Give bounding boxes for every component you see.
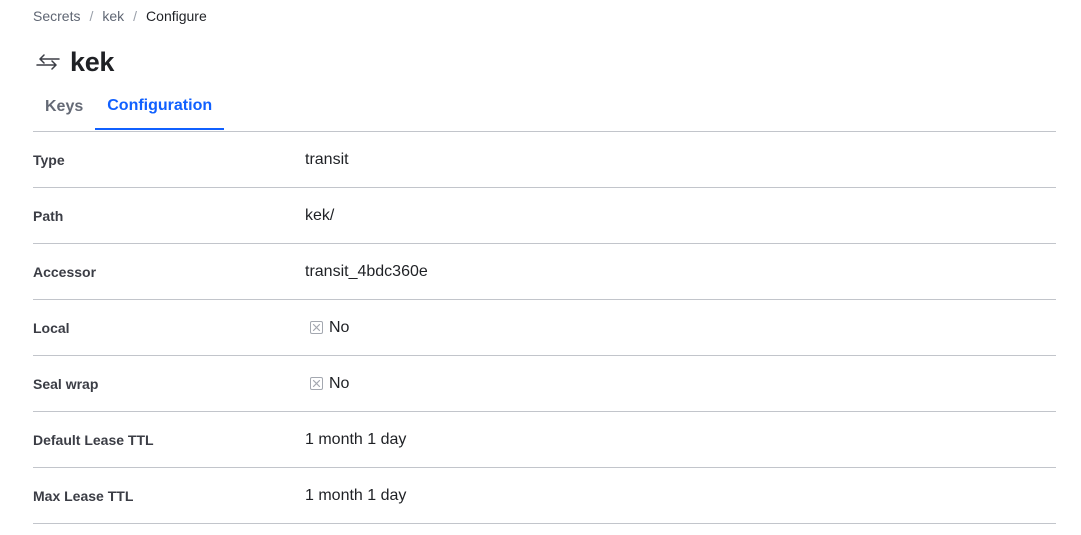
row-value: transit_4bdc360e	[305, 262, 428, 280]
arrows-left-right-icon	[35, 54, 61, 70]
page-header: kek	[35, 44, 114, 80]
tab-bar: Keys Configuration	[33, 84, 1056, 132]
page-title: kek	[70, 46, 115, 77]
config-row-default-lease-ttl: Default Lease TTL 1 month 1 day	[33, 412, 1056, 468]
config-row-type: Type transit	[33, 132, 1056, 188]
tab-configuration[interactable]: Configuration	[95, 84, 225, 130]
config-table: Type transit Path kek/ Accessor transit_…	[33, 132, 1056, 524]
row-value: 1 month 1 day	[305, 430, 407, 448]
row-value-boolean: No	[305, 319, 349, 337]
row-value-text: No	[329, 374, 350, 392]
row-value: 1 month 1 day	[305, 486, 407, 504]
row-label: Accessor	[33, 263, 97, 280]
config-row-accessor: Accessor transit_4bdc360e	[33, 244, 1056, 300]
breadcrumb-link-secrets[interactable]: Secrets	[33, 8, 80, 24]
x-square-icon	[310, 321, 323, 334]
row-label: Path	[33, 207, 64, 224]
row-value-boolean: No	[305, 375, 349, 393]
row-label: Max Lease TTL	[33, 487, 134, 504]
breadcrumb-separator: /	[133, 8, 138, 24]
row-label: Seal wrap	[33, 375, 99, 392]
config-row-path: Path kek/	[33, 188, 1056, 244]
row-label: Local	[33, 319, 70, 336]
page: Secrets / kek / Configure kek Keys Confi…	[0, 0, 1081, 535]
row-value: transit	[305, 150, 349, 168]
breadcrumb-separator: /	[89, 8, 94, 24]
x-square-icon	[310, 377, 323, 390]
row-label: Default Lease TTL	[33, 431, 154, 448]
row-value-text: No	[329, 318, 350, 336]
config-row-max-lease-ttl: Max Lease TTL 1 month 1 day	[33, 468, 1056, 524]
row-label: Type	[33, 151, 65, 168]
breadcrumb-link-kek[interactable]: kek	[102, 8, 124, 24]
tab-keys[interactable]: Keys	[33, 84, 95, 130]
breadcrumb: Secrets / kek / Configure	[33, 7, 207, 25]
config-row-seal-wrap: Seal wrap No	[33, 356, 1056, 412]
config-row-local: Local No	[33, 300, 1056, 356]
breadcrumb-current: Configure	[146, 8, 207, 24]
row-value: kek/	[305, 206, 335, 224]
